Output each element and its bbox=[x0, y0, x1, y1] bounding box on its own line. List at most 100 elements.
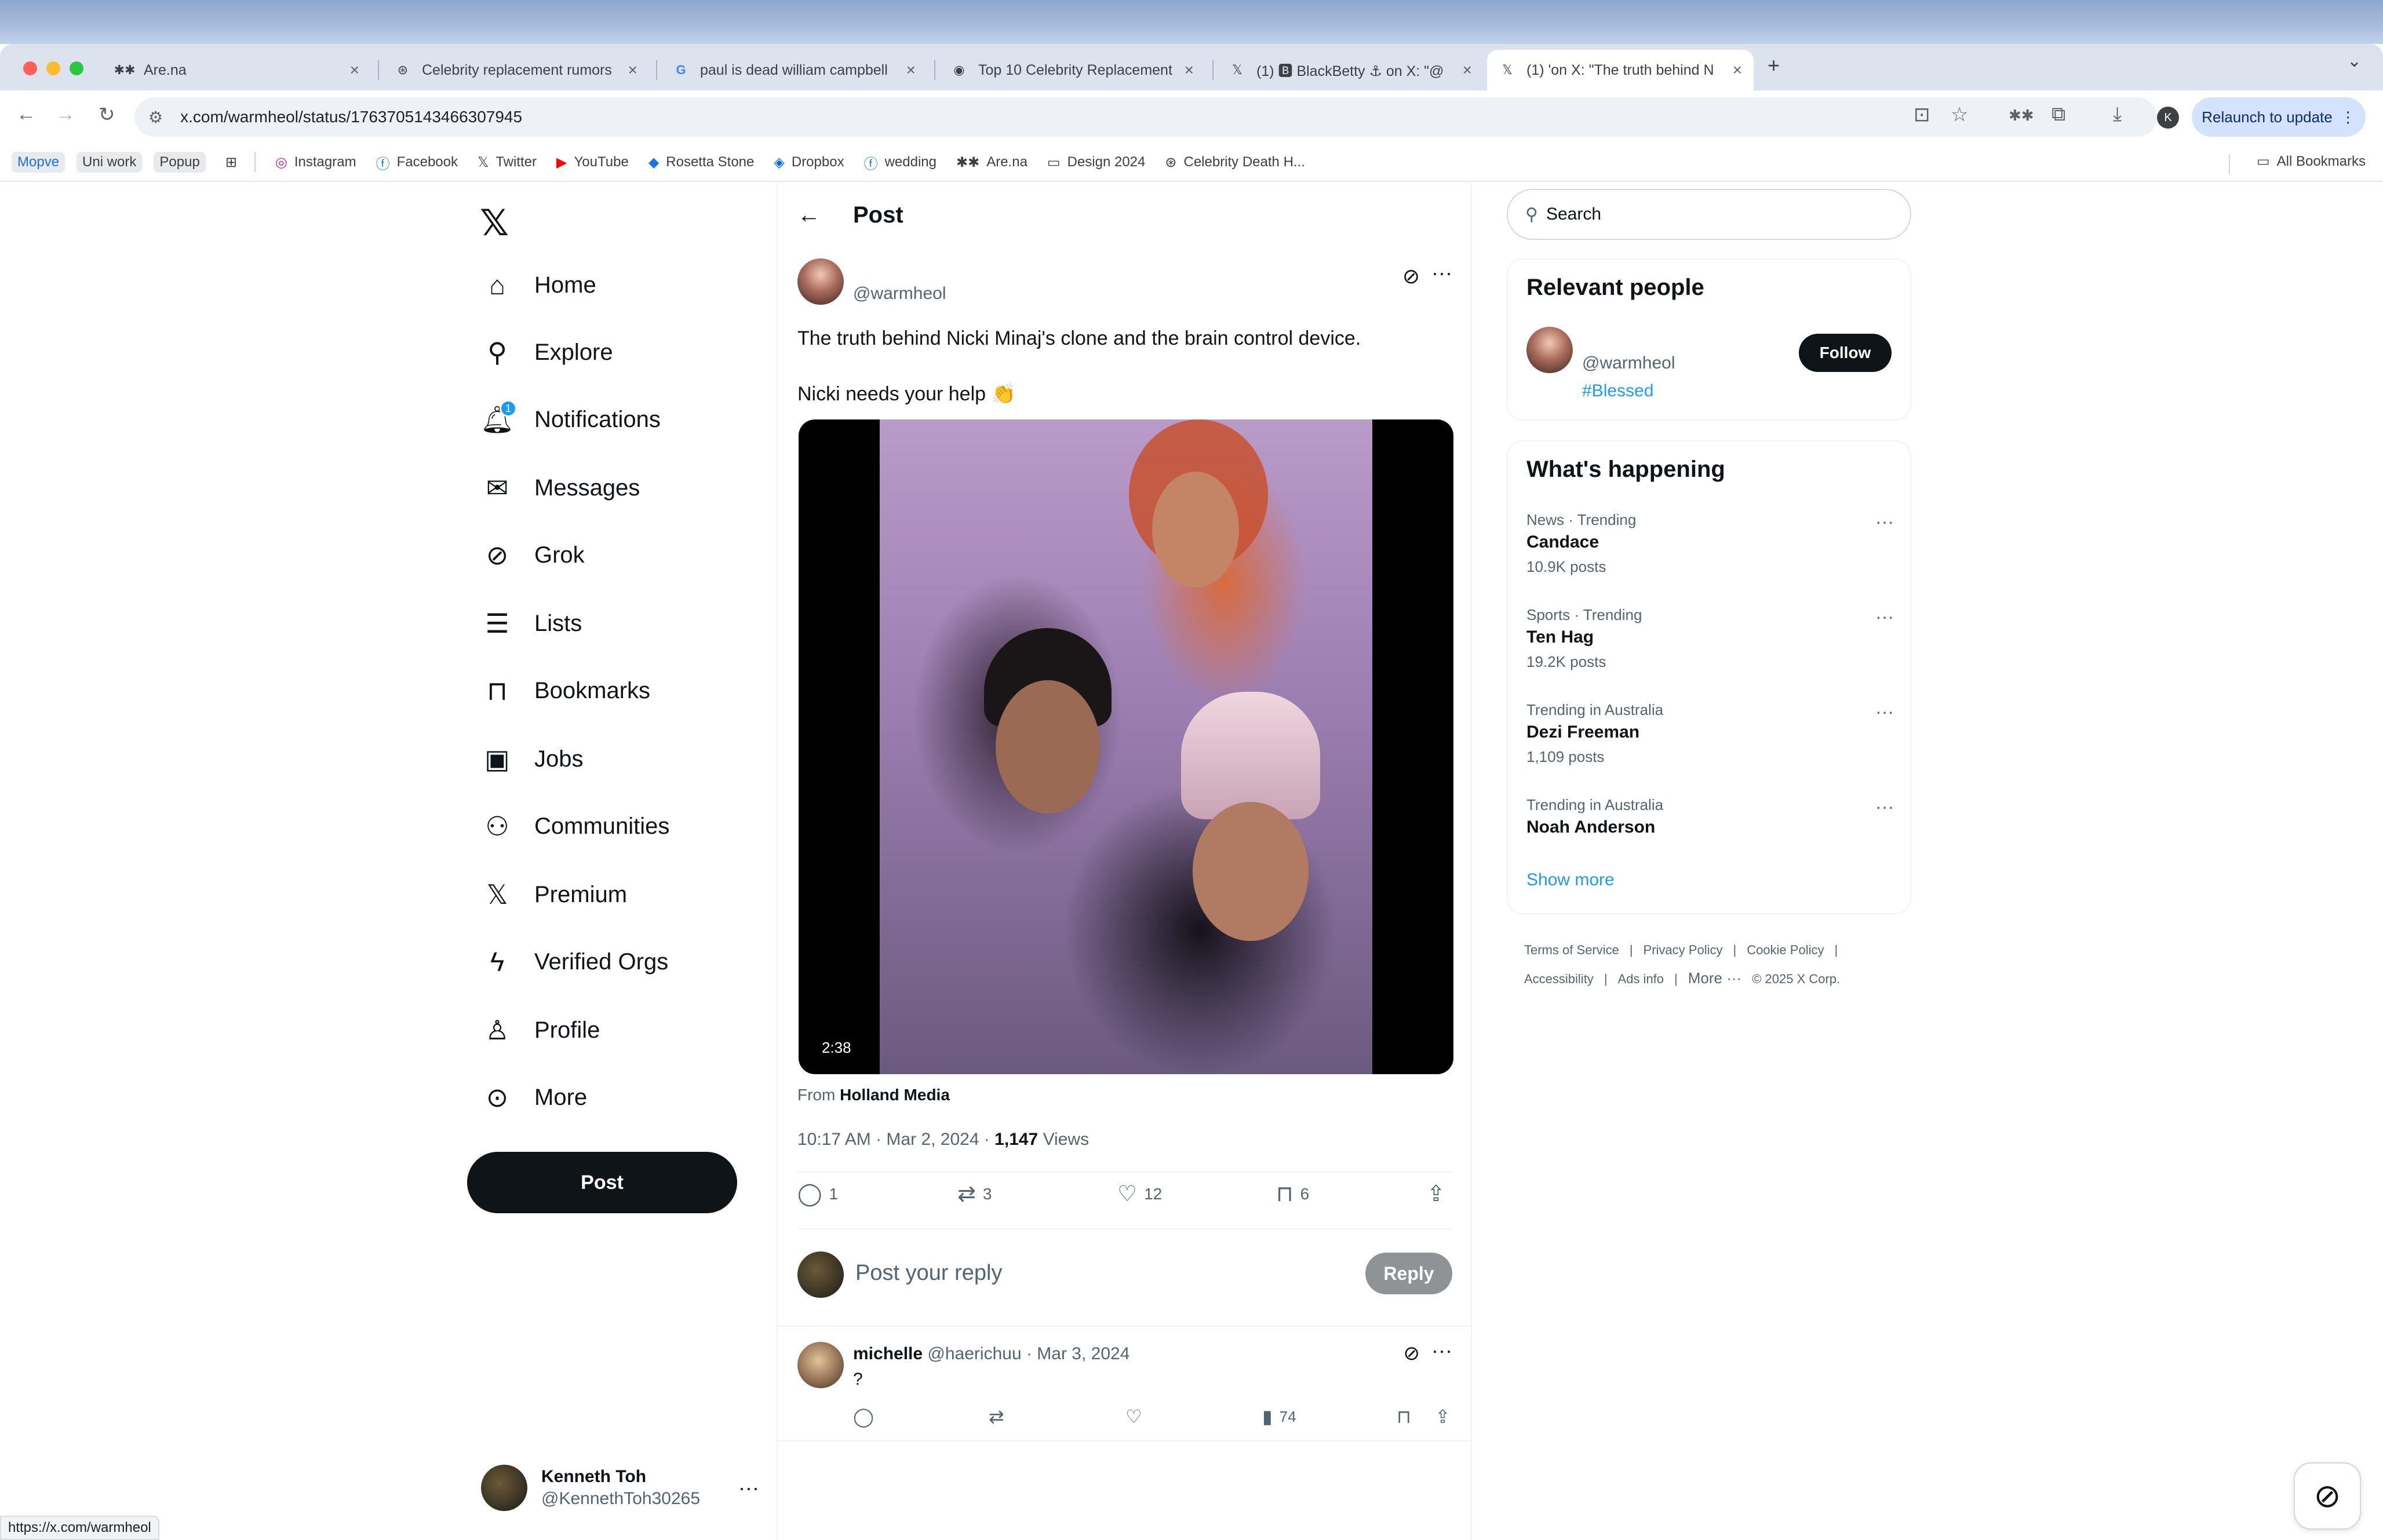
more-icon[interactable]: ··· bbox=[1431, 261, 1452, 285]
tweet-timestamp[interactable]: 10:17 AM · Mar 2, 2024 · bbox=[797, 1130, 994, 1149]
bookmark-item[interactable]: ⓕ wedding bbox=[864, 152, 937, 173]
more-icon[interactable]: ··· bbox=[1875, 701, 1894, 722]
reply-button[interactable]: Reply bbox=[1365, 1253, 1452, 1294]
nav-grok[interactable]: ⊘ Grok bbox=[481, 534, 585, 576]
x-logo-icon[interactable]: 𝕏 bbox=[480, 202, 509, 244]
repost-action[interactable]: ⇄ 3 bbox=[957, 1181, 992, 1207]
bookmark-item[interactable]: Mopve bbox=[12, 152, 65, 173]
star-icon[interactable]: ☆ bbox=[1951, 103, 1968, 126]
search-input[interactable]: ⚲ Search bbox=[1507, 189, 1911, 240]
reply-action[interactable]: ◯ 1 bbox=[797, 1181, 838, 1207]
bookmark-item[interactable]: ▶ YouTube bbox=[556, 154, 629, 171]
nav-explore[interactable]: ⚲ Explore bbox=[481, 331, 613, 373]
bookmark-item[interactable]: 𝕏 Twitter bbox=[478, 154, 537, 171]
show-more-link[interactable]: Show more bbox=[1526, 870, 1615, 890]
more-icon[interactable]: ··· bbox=[1875, 511, 1894, 532]
trend-item[interactable]: Sports · Trending Ten Hag 19.2K posts ··… bbox=[1526, 606, 1894, 671]
more-icon[interactable]: ··· bbox=[738, 1476, 759, 1500]
trend-item[interactable]: Trending in Australia Dezi Freeman 1,109… bbox=[1526, 701, 1894, 766]
arena-extension-icon[interactable]: ✱✱ bbox=[2009, 107, 2034, 125]
reload-icon[interactable]: ↻ bbox=[99, 103, 115, 126]
person-hashtag[interactable]: #Blessed bbox=[1582, 381, 1653, 401]
more-icon[interactable]: ··· bbox=[1875, 796, 1894, 818]
reply-author-name[interactable]: michelle bbox=[853, 1344, 923, 1363]
nav-jobs[interactable]: ▣ Jobs bbox=[481, 738, 583, 780]
nav-more[interactable]: ⊙ More bbox=[481, 1076, 587, 1118]
bookmark-item[interactable]: ◈ Dropbox bbox=[774, 154, 844, 171]
share-action[interactable]: ⇪ bbox=[1435, 1406, 1458, 1428]
post-button[interactable]: Post bbox=[467, 1152, 737, 1213]
trend-item[interactable]: Trending in Australia Noah Anderson ··· bbox=[1526, 796, 1894, 837]
relaunch-button[interactable]: Relaunch to update ⋮ bbox=[2192, 97, 2366, 137]
footer-link[interactable]: Privacy Policy bbox=[1644, 943, 1723, 957]
url-text[interactable]: x.com/warmheol/status/176370514346630794… bbox=[180, 108, 522, 126]
trend-item[interactable]: News · Trending Candace 10.9K posts ··· bbox=[1526, 511, 1894, 576]
zoom-window-button[interactable] bbox=[70, 61, 83, 75]
reply-action[interactable]: ◯ bbox=[853, 1406, 881, 1428]
nav-premium[interactable]: 𝕏 Premium bbox=[481, 874, 627, 915]
address-bar[interactable]: ⚙ x.com/warmheol/status/1763705143466307… bbox=[134, 97, 2157, 137]
browser-tab-active[interactable]: 𝕏 (1) 'on X: "The truth behind N × bbox=[1487, 50, 1754, 90]
site-info-icon[interactable]: ⚙ bbox=[148, 108, 163, 127]
download-icon[interactable]: ⤓ bbox=[2113, 103, 2122, 126]
close-tab-icon[interactable]: × bbox=[350, 61, 359, 79]
footer-link[interactable]: Terms of Service bbox=[1524, 943, 1619, 957]
person-handle[interactable]: @warmheol bbox=[1582, 353, 1675, 373]
repost-action[interactable]: ⇄ bbox=[989, 1406, 1011, 1428]
avatar[interactable] bbox=[797, 258, 844, 305]
close-window-button[interactable] bbox=[23, 61, 37, 75]
close-tab-icon[interactable]: × bbox=[1185, 61, 1194, 79]
browser-tab[interactable]: ◉ Top 10 Celebrity Replacement × bbox=[939, 50, 1205, 90]
all-bookmarks-button[interactable]: ▭ All Bookmarks bbox=[2257, 153, 2366, 170]
video-player[interactable]: 2:38 bbox=[799, 419, 1453, 1074]
bookmark-folder[interactable]: ▭ Design 2024 bbox=[1047, 154, 1145, 171]
nav-home[interactable]: ⌂ Home bbox=[481, 264, 596, 306]
author-handle[interactable]: @warmheol bbox=[853, 284, 946, 304]
avatar[interactable] bbox=[1526, 327, 1573, 373]
bookmark-item[interactable]: Popup bbox=[154, 152, 206, 173]
footer-link[interactable]: Ads info bbox=[1618, 972, 1664, 986]
forward-icon[interactable]: → bbox=[56, 103, 75, 126]
browser-tab[interactable]: ✱✱ Are.na × bbox=[104, 50, 371, 90]
nav-lists[interactable]: ☰ Lists bbox=[481, 603, 582, 644]
bookmark-item[interactable]: ◎ Instagram bbox=[275, 154, 356, 171]
reply-input[interactable]: Post your reply bbox=[855, 1261, 1002, 1286]
nav-profile[interactable]: ♙ Profile bbox=[481, 1009, 600, 1051]
extensions-icon[interactable]: ⧉ bbox=[2052, 103, 2065, 126]
apps-grid-icon[interactable]: ⊞ bbox=[225, 154, 237, 171]
share-action[interactable]: ⇪ bbox=[1427, 1181, 1452, 1207]
more-icon[interactable]: ··· bbox=[1875, 606, 1894, 627]
avatar[interactable] bbox=[797, 1342, 844, 1388]
close-tab-icon[interactable]: × bbox=[1463, 61, 1472, 79]
bookmark-item[interactable]: Uni work bbox=[76, 152, 143, 173]
account-switcher[interactable]: Kenneth Toh @KennethToh30265 ··· bbox=[481, 1459, 759, 1517]
views-action[interactable]: ▮ 74 bbox=[1262, 1406, 1296, 1428]
kebab-menu-icon[interactable]: ⋮ bbox=[2341, 108, 2356, 126]
nav-verified-orgs[interactable]: ϟ Verified Orgs bbox=[481, 941, 668, 983]
footer-more[interactable]: More ··· bbox=[1688, 969, 1741, 987]
back-arrow-icon[interactable]: ← bbox=[797, 202, 821, 228]
bookmark-item[interactable]: ✱✱ Are.na bbox=[956, 154, 1027, 171]
install-app-icon[interactable]: ⊡ bbox=[1914, 103, 1930, 126]
profile-avatar[interactable]: K bbox=[2157, 107, 2179, 129]
bookmark-action[interactable]: ⊓ bbox=[1397, 1406, 1418, 1428]
nav-messages[interactable]: ✉ Messages bbox=[481, 467, 640, 509]
nav-bookmarks[interactable]: ⊓ Bookmarks bbox=[481, 670, 650, 711]
back-icon[interactable]: ← bbox=[16, 103, 36, 126]
like-action[interactable]: ♡ bbox=[1125, 1406, 1149, 1428]
bookmark-item[interactable]: ⊛ Celebrity Death H... bbox=[1165, 154, 1305, 171]
browser-tab[interactable]: 𝕏 (1) 🅱 BlackBetty ⚓ on X: "@ × bbox=[1217, 50, 1484, 90]
close-tab-icon[interactable]: × bbox=[628, 61, 637, 79]
grok-icon[interactable]: ⊘ bbox=[1402, 264, 1420, 289]
from-source[interactable]: Holland Media bbox=[840, 1086, 950, 1104]
grok-floating-button[interactable]: ⊘ bbox=[2294, 1462, 2361, 1530]
grok-icon[interactable]: ⊘ bbox=[1404, 1342, 1420, 1365]
chevron-down-icon[interactable]: ⌄ bbox=[2347, 51, 2362, 71]
browser-tab[interactable]: G paul is dead william campbell × bbox=[661, 50, 927, 90]
browser-tab[interactable]: ⊛ Celebrity replacement rumors × bbox=[382, 50, 649, 90]
new-tab-icon[interactable]: + bbox=[1768, 53, 1780, 78]
more-icon[interactable]: ··· bbox=[1431, 1338, 1452, 1363]
close-tab-icon[interactable]: × bbox=[906, 61, 916, 79]
footer-link[interactable]: Cookie Policy bbox=[1747, 943, 1824, 957]
minimize-window-button[interactable] bbox=[46, 61, 60, 75]
